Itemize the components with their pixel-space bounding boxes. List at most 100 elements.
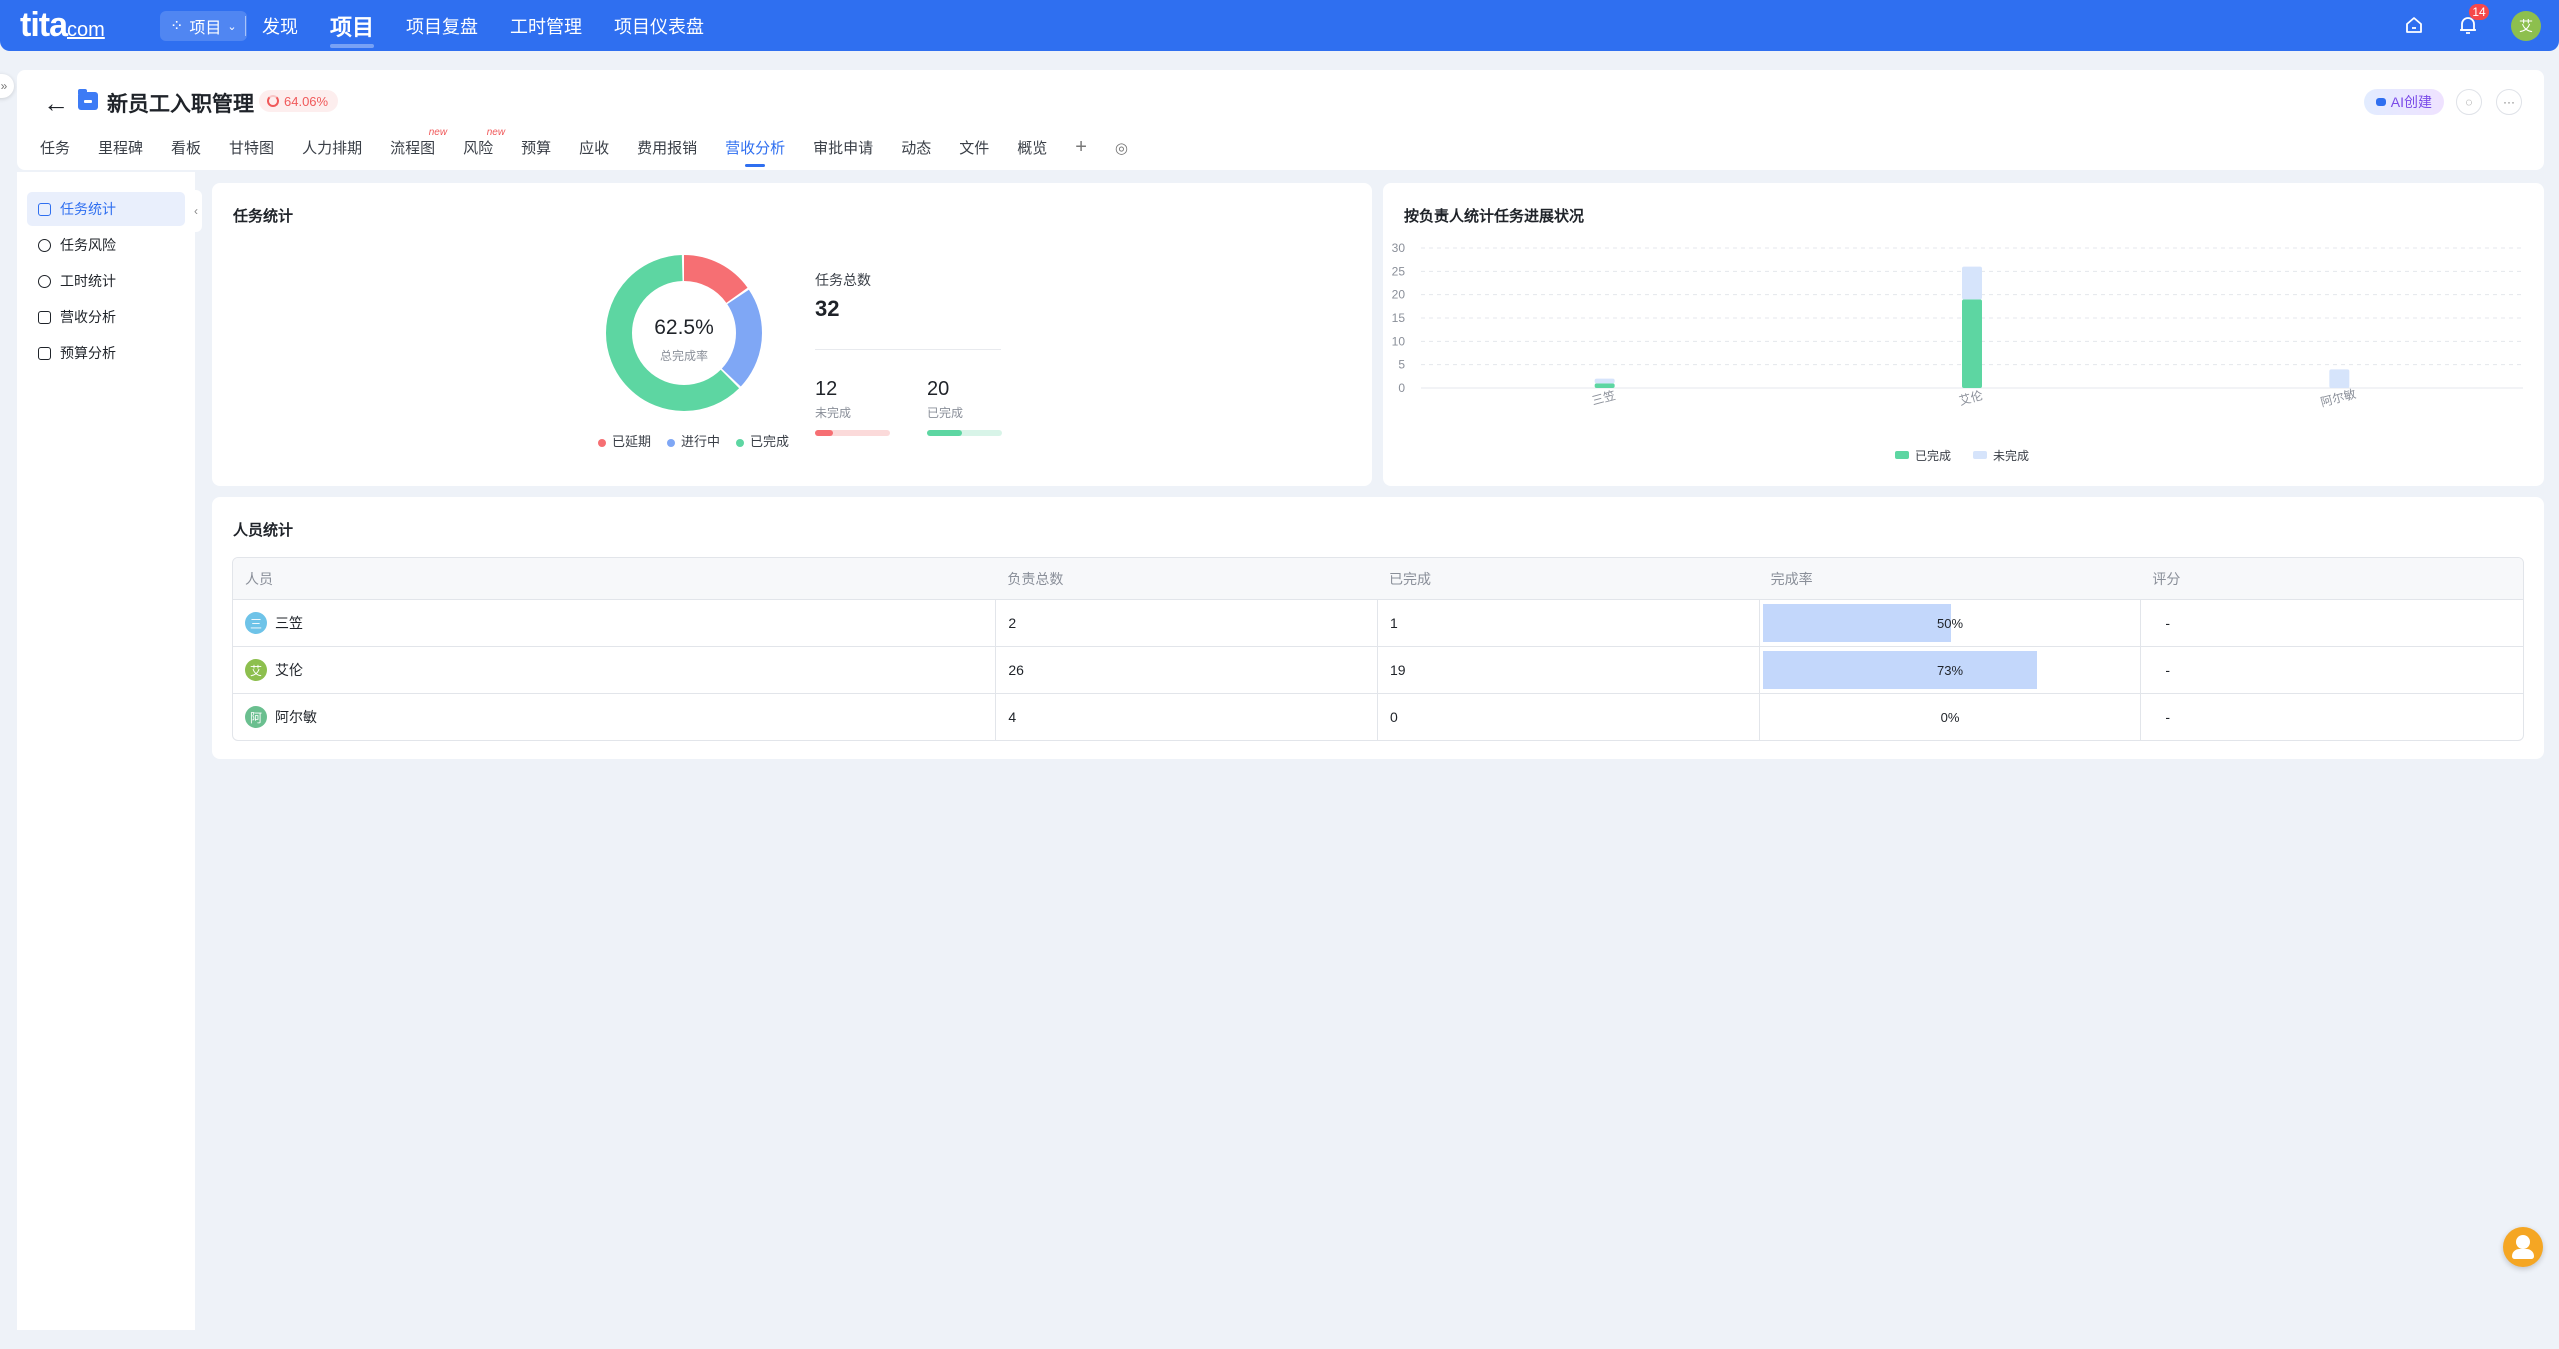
y-tick-label: 30 [1392, 241, 1406, 255]
back-arrow-icon[interactable]: ← [43, 90, 69, 116]
tab-revenue-analysis[interactable]: 营收分析 [725, 137, 785, 167]
legend-in-progress: 进行中 [667, 431, 720, 450]
tab-receivable[interactable]: 应收 [579, 137, 609, 167]
y-tick-label: 5 [1398, 358, 1405, 372]
done-cell: 0 [1377, 694, 1759, 740]
table-row[interactable]: 艾艾伦 26 19 73% - [233, 646, 2523, 693]
total-cell: 4 [995, 694, 1377, 740]
total-cell: 26 [995, 647, 1377, 693]
tab-staffing[interactable]: 人力排期 [302, 137, 362, 167]
top-nav-dashboard[interactable]: 项目仪表盘 [614, 13, 704, 39]
project-switcher[interactable]: ⁘ 项目 ⌄ [160, 11, 247, 41]
y-tick-label: 20 [1392, 288, 1406, 302]
progress-value: 64.06% [284, 93, 329, 109]
rate-cell: 73% [1758, 647, 2141, 693]
table-row[interactable]: 三三笠 2 1 50% - [233, 599, 2523, 646]
tab-flowchart[interactable]: 流程图 new [390, 127, 447, 167]
tab-milestones[interactable]: 里程碑 [98, 137, 143, 167]
checklist-icon [38, 202, 51, 216]
tab-overview[interactable]: 概览 [1017, 137, 1047, 167]
bar-segment[interactable] [1594, 383, 1615, 388]
done-cell: 19 [1377, 647, 1759, 693]
tab-budget[interactable]: 预算 [521, 137, 551, 167]
table-row[interactable]: 阿阿尔敏 4 0 0% - [233, 693, 2523, 740]
y-tick-label: 10 [1392, 334, 1406, 348]
budget-icon [38, 346, 51, 360]
robot-icon [2375, 98, 2386, 106]
analysis-sidebar: 任务统计 任务风险 工时统计 营收分析 预算分析 [17, 172, 195, 1330]
comment-icon[interactable]: ◌ [2456, 89, 2482, 115]
avatar: 阿 [245, 706, 267, 728]
people-stats-title: 人员统计 [233, 522, 294, 539]
incomplete-bar-track [815, 430, 890, 436]
ai-create-button[interactable]: AI创建 [2363, 89, 2444, 115]
x-tick-label: 艾伦 [1957, 387, 1984, 408]
settings-icon[interactable]: ◎ [1115, 139, 1128, 166]
top-nav-project[interactable]: 项目 [330, 10, 375, 48]
total-tasks-label: 任务总数 [815, 272, 871, 288]
notification-badge: 14 [2469, 3, 2489, 20]
bar-segment[interactable] [1962, 266, 1982, 300]
done-cell: 1 [1377, 600, 1759, 646]
collapse-sidebar-icon[interactable]: ‹ [190, 190, 202, 232]
y-tick-label: 15 [1392, 311, 1406, 325]
progress-badge[interactable]: 64.06% [259, 90, 339, 112]
score-cell: - [2140, 694, 2523, 740]
person-name: 三笠 [275, 615, 303, 631]
progress-ring-icon [267, 95, 279, 107]
x-tick-label: 阿尔敏 [2319, 386, 2358, 410]
complete-bar-track [927, 430, 1002, 436]
rate-text: 73% [1936, 662, 1964, 678]
people-table: 人员 负责总数 已完成 完成率 评分 三三笠 2 1 50% - 艾艾伦 26 … [232, 557, 2524, 741]
rate-text: 0% [1940, 709, 1960, 725]
legend-label[interactable]: 已完成 [1915, 448, 1951, 463]
sidebar-item-budget[interactable]: 预算分析 [27, 336, 185, 370]
project-header: ← 新员工入职管理 64.06% AI创建 ◌ ··· 任务 里程碑 看板 甘特… [17, 70, 2544, 170]
y-tick-label: 0 [1398, 381, 1405, 395]
incomplete-label: 未完成 [815, 406, 852, 420]
y-tick-label: 25 [1392, 264, 1406, 278]
top-nav-timesheet[interactable]: 工时管理 [510, 13, 582, 39]
score-cell: - [2140, 647, 2523, 693]
legend-swatch [1895, 451, 1909, 459]
incomplete-count: 12 [815, 378, 838, 400]
score-cell: - [2140, 600, 2523, 646]
sidebar-item-task-risk[interactable]: 任务风险 [27, 228, 185, 262]
tita-logo[interactable]: titacom [20, 8, 105, 47]
legend-done: 已完成 [736, 431, 789, 450]
chevron-down-icon: ⌄ [227, 20, 237, 33]
user-avatar[interactable]: 艾 [2511, 10, 2541, 41]
add-tab-icon[interactable]: + [1075, 136, 1087, 168]
complete-count: 20 [927, 378, 950, 400]
expand-sidebar-icon[interactable]: » [0, 74, 14, 98]
divider [815, 349, 1001, 350]
tab-kanban[interactable]: 看板 [171, 137, 201, 167]
sidebar-item-revenue[interactable]: 营收分析 [27, 300, 185, 334]
tab-risk[interactable]: 风险 new [463, 127, 505, 167]
more-icon[interactable]: ··· [2496, 89, 2522, 115]
top-nav-review[interactable]: 项目复盘 [406, 13, 478, 39]
rate-text: 50% [1936, 615, 1964, 631]
bar-segment[interactable] [1594, 378, 1615, 384]
tab-files[interactable]: 文件 [959, 137, 989, 167]
tab-gantt[interactable]: 甘特图 [229, 137, 274, 167]
top-nav-discover[interactable]: 发现 [262, 13, 298, 39]
home-icon[interactable] [2403, 14, 2427, 38]
customer-service-icon[interactable] [2503, 1227, 2543, 1267]
tab-approval[interactable]: 审批申请 [813, 137, 873, 167]
sidebar-item-task-stats[interactable]: 任务统计 [27, 192, 185, 226]
progress-chart-card: 按负责人统计任务进展状况 0 5 10 15 20 25 30 三笠 艾伦 阿尔敏 已完成 未完成 [1383, 183, 2544, 486]
bar-segment[interactable] [1962, 299, 1982, 388]
total-tasks-value: 32 [815, 296, 840, 321]
bar-segment[interactable] [2329, 369, 2350, 388]
tab-activity[interactable]: 动态 [901, 137, 931, 167]
legend-label[interactable]: 未完成 [1993, 448, 2029, 463]
sidebar-item-timesheet[interactable]: 工时统计 [27, 264, 185, 298]
bell-icon[interactable]: 14 [2457, 3, 2489, 38]
completion-rate: 62.5% [654, 316, 714, 339]
donut-legend: 已延期 进行中 已完成 [598, 431, 789, 450]
tab-expense[interactable]: 费用报销 [637, 137, 697, 167]
tab-tasks[interactable]: 任务 [40, 137, 70, 167]
project-title: 新员工入职管理 [107, 93, 254, 116]
clock-icon [38, 274, 51, 288]
